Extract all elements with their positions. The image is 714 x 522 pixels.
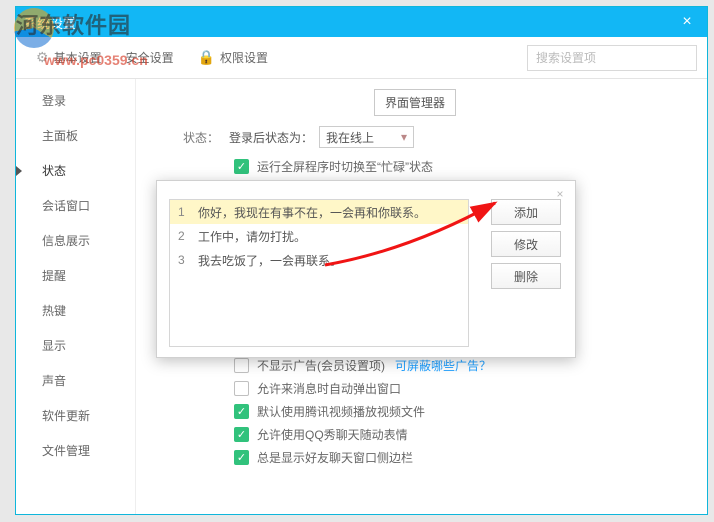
check-icon: ✓ [234, 159, 249, 174]
sidebar-item-hotkey[interactable]: 热键 [16, 293, 135, 328]
row-text: 你好，我现在有事不在，一会再和你联系。 [198, 204, 426, 221]
row-number: 2 [178, 229, 198, 243]
modify-button[interactable]: 修改 [491, 231, 561, 257]
checkbox-icon [234, 381, 249, 396]
sidebar: 登录 主面板 状态 会话窗口 信息展示 提醒 热键 显示 声音 软件更新 文件管… [16, 79, 136, 514]
ui-manager-button[interactable]: 界面管理器 [374, 89, 456, 116]
gear-icon: ⚙ [36, 49, 49, 66]
row-text: 我去吃饭了，一会再联系。 [198, 252, 342, 269]
search-input[interactable]: 搜索设置项 [527, 45, 697, 71]
tab-permission-settings[interactable]: 🔒 权限设置 [198, 49, 268, 66]
sidebar-item-sound[interactable]: 声音 [16, 363, 135, 398]
list-item[interactable]: 3 我去吃饭了，一会再联系。 [170, 248, 468, 272]
fullscreen-busy-option[interactable]: ✓ 运行全屏程序时切换至“忙碌”状态 [154, 158, 689, 175]
row-text: 工作中，请勿打扰。 [198, 228, 306, 245]
tab-permission-label: 权限设置 [220, 49, 268, 66]
status-row: 状态： 登录后状态为： 我在线上 ▾ [154, 126, 689, 148]
autoreply-list[interactable]: 1 你好，我现在有事不在，一会再和你联系。 2 工作中，请勿打扰。 3 我去吃饭… [169, 199, 469, 347]
delete-button[interactable]: 删除 [491, 263, 561, 289]
row-number: 3 [178, 253, 198, 267]
popup-on-msg-option[interactable]: 允许来消息时自动弹出窗口 [154, 380, 689, 397]
close-icon[interactable]: × [675, 10, 699, 34]
qq-show-emoji-label: 允许使用QQ秀聊天随动表情 [257, 426, 408, 443]
tab-security-settings[interactable]: 安全设置 [126, 49, 174, 66]
sidebar-item-display[interactable]: 显示 [16, 328, 135, 363]
login-status-value: 我在线上 [326, 129, 374, 146]
check-icon: ✓ [234, 427, 249, 442]
titlebar: 系统设置 × [16, 7, 707, 37]
check-icon: ✓ [234, 450, 249, 465]
autoreply-dialog: × 1 你好，我现在有事不在，一会再和你联系。 2 工作中，请勿打扰。 3 我去… [156, 180, 576, 358]
no-ads-option[interactable]: 不显示广告(会员设置项) 可屏蔽哪些广告？ [154, 357, 689, 374]
always-sidebar-option[interactable]: ✓ 总是显示好友聊天窗口侧边栏 [154, 449, 689, 466]
sidebar-item-remind[interactable]: 提醒 [16, 258, 135, 293]
lock-icon: 🔒 [198, 49, 215, 66]
no-ads-link[interactable]: 可屏蔽哪些广告？ [395, 357, 491, 374]
status-label: 状态： [154, 129, 229, 146]
login-status-label: 登录后状态为： [229, 129, 313, 146]
no-ads-label: 不显示广告(会员设置项) [257, 357, 385, 374]
tencent-video-label: 默认使用腾讯视频播放视频文件 [257, 403, 425, 420]
list-item[interactable]: 1 你好，我现在有事不在，一会再和你联系。 [170, 200, 468, 224]
tab-basic-label: 基本设置 [54, 49, 102, 66]
always-sidebar-label: 总是显示好友聊天窗口侧边栏 [257, 449, 413, 466]
chevron-down-icon: ▾ [401, 130, 407, 144]
sidebar-item-files[interactable]: 文件管理 [16, 433, 135, 468]
list-item[interactable]: 2 工作中，请勿打扰。 [170, 224, 468, 248]
top-tabs: ⚙ 基本设置 安全设置 🔒 权限设置 搜索设置项 [16, 37, 707, 79]
search-placeholder: 搜索设置项 [536, 49, 596, 66]
window-title: 系统设置 [24, 13, 76, 32]
popup-on-msg-label: 允许来消息时自动弹出窗口 [257, 380, 401, 397]
check-icon: ✓ [234, 404, 249, 419]
ui-manager-row: 界面管理器 [154, 89, 689, 116]
add-button[interactable]: 添加 [491, 199, 561, 225]
sidebar-item-mainpanel[interactable]: 主面板 [16, 118, 135, 153]
sidebar-item-update[interactable]: 软件更新 [16, 398, 135, 433]
fullscreen-busy-label: 运行全屏程序时切换至“忙碌”状态 [257, 158, 433, 175]
row-number: 1 [178, 205, 198, 219]
checkbox-icon [234, 358, 249, 373]
sidebar-item-status[interactable]: 状态 [16, 153, 135, 188]
login-status-select[interactable]: 我在线上 ▾ [319, 126, 414, 148]
sidebar-item-login[interactable]: 登录 [16, 83, 135, 118]
sidebar-item-info[interactable]: 信息展示 [16, 223, 135, 258]
qq-show-emoji-option[interactable]: ✓ 允许使用QQ秀聊天随动表情 [154, 426, 689, 443]
tencent-video-option[interactable]: ✓ 默认使用腾讯视频播放视频文件 [154, 403, 689, 420]
tab-basic-settings[interactable]: ⚙ 基本设置 [36, 49, 102, 66]
tab-security-label: 安全设置 [126, 49, 174, 66]
sidebar-item-session[interactable]: 会话窗口 [16, 188, 135, 223]
